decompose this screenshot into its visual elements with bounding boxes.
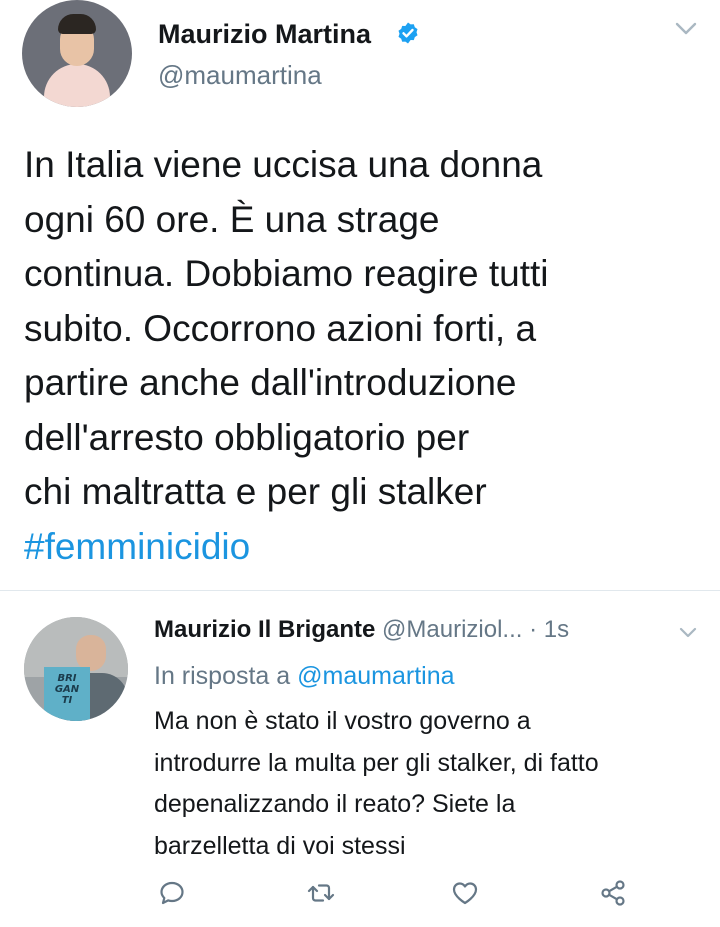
author-avatar[interactable] xyxy=(22,0,132,107)
book-text: GAN xyxy=(54,684,80,695)
reply-text-line: introdurre la multa per gli stalker, di … xyxy=(154,748,599,777)
tweet-text-line: partire anche dall'introduzione xyxy=(24,362,517,403)
reply-timestamp[interactable]: · 1s xyxy=(529,616,569,643)
reply-icon xyxy=(160,881,184,905)
reply-text-line: barzelletta di voi stessi xyxy=(154,831,406,860)
reply-author-avatar[interactable]: BRI GAN TI xyxy=(24,617,128,721)
verified-badge-icon xyxy=(398,22,418,44)
tweet-text-line: subito. Occorrono azioni forti, a xyxy=(24,307,537,349)
avatar-hair xyxy=(58,14,96,34)
tweet-divider xyxy=(0,590,720,591)
tweet-text-line: ogni 60 ore. È una strage xyxy=(24,198,440,240)
book-text: TI xyxy=(61,695,73,706)
tweet-text-line: continua. Dobbiamo reagire tutti xyxy=(24,253,549,294)
retweet-icon xyxy=(307,884,335,902)
tweet-text: In Italia viene uccisa una donna ogni 60… xyxy=(24,138,704,574)
author-name[interactable]: Maurizio Martina xyxy=(158,19,371,50)
like-icon xyxy=(452,882,478,905)
avatar-book: BRI GAN TI xyxy=(44,667,90,721)
reply-text-line: Ma non è stato il vostro governo a xyxy=(154,707,531,735)
reply-button[interactable] xyxy=(157,878,187,908)
in-reply-to-mention[interactable]: @maumartina xyxy=(297,662,454,690)
book-text: BRI xyxy=(57,673,77,684)
tweet-text-line: chi maltratta e per gli stalker xyxy=(24,471,487,512)
reply-header: Maurizio Il Brigante @Mauriziol... · 1s xyxy=(154,616,569,644)
retweet-button[interactable] xyxy=(306,878,336,908)
reply-text-line: depenalizzando il reato? Siete la xyxy=(154,790,516,818)
reply-author-handle[interactable]: @Mauriziol... xyxy=(382,616,522,643)
like-button[interactable] xyxy=(450,878,480,908)
hashtag-link[interactable]: #femminicidio xyxy=(24,520,704,575)
avatar-head xyxy=(76,635,106,671)
reply-text: Ma non è stato il vostro governo a intro… xyxy=(154,701,714,867)
chevron-down-icon[interactable] xyxy=(678,625,698,641)
action-bar xyxy=(0,862,720,912)
in-reply-to-label: In risposta a xyxy=(154,662,291,690)
share-icon xyxy=(601,880,625,906)
chevron-down-icon[interactable] xyxy=(674,20,698,38)
author-handle[interactable]: @maumartina xyxy=(158,60,322,91)
tweet-text-line: dell'arresto obbligatorio per xyxy=(24,416,470,458)
share-button[interactable] xyxy=(598,878,628,908)
avatar-shirt xyxy=(44,64,110,107)
reply-author-name[interactable]: Maurizio Il Brigante xyxy=(154,616,375,643)
tweet-text-line: In Italia viene uccisa una donna xyxy=(24,144,543,185)
in-reply-to: In risposta a @maumartina xyxy=(154,662,455,691)
